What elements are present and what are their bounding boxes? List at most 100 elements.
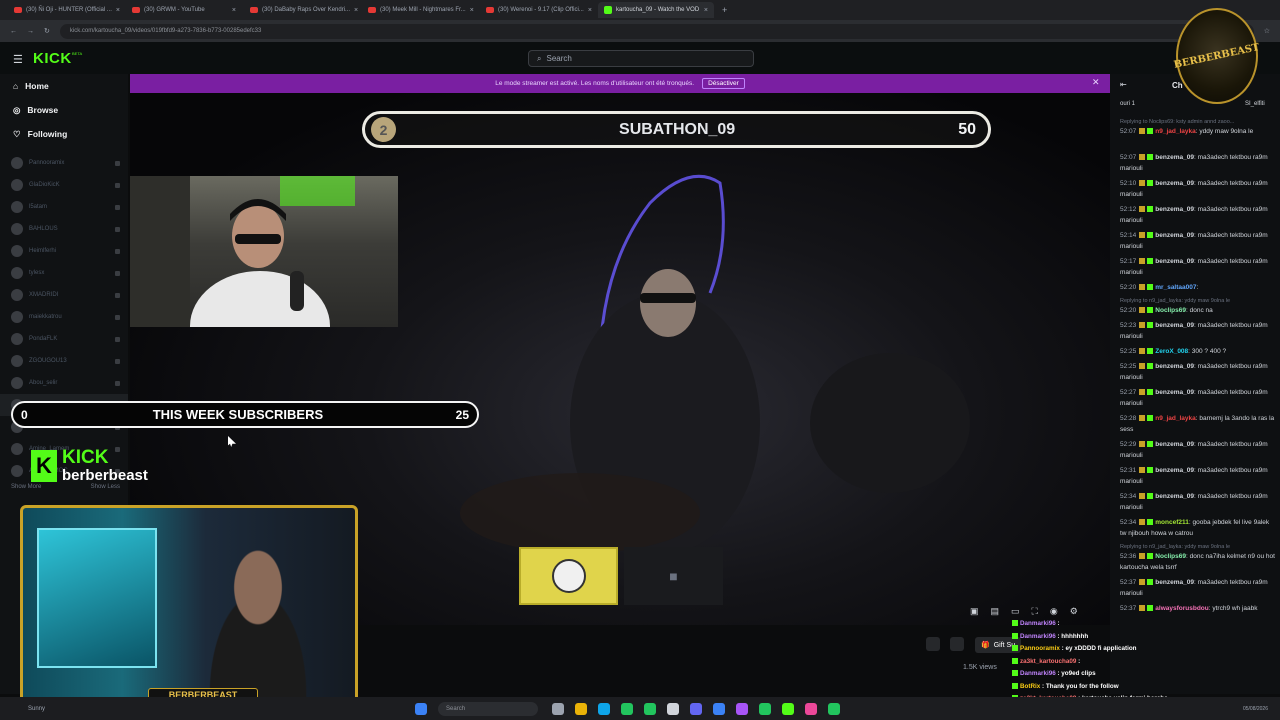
nav-following[interactable]: ♡ Following (0, 122, 128, 146)
chat-message[interactable]: 52:29 benzema_09: ma3adech tektbou ra9m m… (1120, 439, 1275, 461)
followed-channel[interactable]: ZGOUGOU13 (0, 350, 128, 372)
chat-username[interactable]: benzema_09 (1155, 206, 1194, 213)
taskview-icon[interactable] (552, 702, 565, 715)
followed-channel[interactable]: maiekkatrou (0, 306, 128, 328)
close-icon[interactable]: × (704, 7, 708, 14)
show-less-link[interactable]: Show Less (91, 484, 120, 490)
chat-username[interactable]: n9_jad_layka (1155, 415, 1195, 422)
edge-icon[interactable] (598, 702, 611, 715)
browser-tab[interactable]: (30) Werenoi - 9.17 (Clip Offici... × (480, 2, 596, 18)
chat-message[interactable]: 52:07 benzema_09: ma3adech tektbou ra9m m… (1120, 152, 1275, 174)
chrome-icon[interactable] (828, 702, 841, 715)
chat-username[interactable]: Noclips69 (1155, 553, 1186, 560)
chat-message[interactable]: 52:25 benzema_09: ma3adech tektbou ra9m m… (1120, 361, 1275, 383)
followed-channel[interactable]: GlaDioKicK (0, 174, 128, 196)
settings-icon[interactable]: ⚙ (1070, 606, 1078, 617)
followed-channel[interactable]: BAHLOUS (0, 218, 128, 240)
chat-username[interactable]: benzema_09 (1155, 232, 1194, 239)
clip-icon[interactable]: ▤ (991, 606, 1000, 617)
close-icon[interactable]: × (354, 7, 358, 14)
fullscreen-icon[interactable]: ⛶ (1032, 606, 1038, 617)
star-icon[interactable]: ☆ (1264, 27, 1270, 35)
browser-tab[interactable]: (30) Ñi Oji - HUNTER (Official ... × (8, 2, 124, 18)
chat-username[interactable]: ZeroX_008 (1155, 348, 1188, 355)
chat-username[interactable]: alwaysforusbdou (1155, 605, 1208, 612)
chrome-icon[interactable] (759, 702, 772, 715)
browser-tab-active[interactable]: kartoucha_09 - Watch the VOD × (598, 2, 714, 18)
chat-username[interactable]: benzema_09 (1155, 322, 1194, 329)
chat-username[interactable]: benzema_09 (1155, 389, 1194, 396)
chat-message[interactable]: 52:25 ZeroX_008: 300 ? 400 ? (1120, 346, 1275, 357)
chat-username[interactable]: benzema_09 (1155, 493, 1194, 500)
bell-icon[interactable] (926, 637, 940, 651)
close-icon[interactable]: × (232, 7, 236, 14)
chat-message[interactable]: Replying to n9_jad_layka: yddy maw 9olna… (1120, 297, 1275, 316)
followed-channel[interactable]: l5atam (0, 196, 128, 218)
chrome-icon[interactable] (621, 702, 634, 715)
disable-streamer-mode-button[interactable]: Désactiver (702, 78, 745, 89)
chat-message[interactable]: 52:23 benzema_09: ma3adech tektbou ra9m m… (1120, 320, 1275, 342)
windows-start-icon[interactable] (415, 702, 428, 715)
weather-widget[interactable]: Sunny (28, 706, 45, 712)
chat-message[interactable]: 52:20 mr_saltaa007: (1120, 282, 1275, 293)
nav-browse[interactable]: ◎ Browse (0, 98, 128, 122)
back-icon[interactable]: ← (10, 28, 17, 35)
chat-username[interactable]: benzema_09 (1155, 258, 1194, 265)
folder-icon[interactable] (575, 702, 588, 715)
app-icon[interactable] (690, 702, 703, 715)
mail-icon[interactable] (713, 702, 726, 715)
collapse-chat-icon[interactable]: ⇤ (1120, 80, 1127, 89)
chat-message[interactable]: 52:17 benzema_09: ma3adech tektbou ra9m m… (1120, 256, 1275, 278)
obs-icon[interactable] (667, 702, 680, 715)
nav-home[interactable]: ⌂ Home (0, 74, 128, 98)
followed-channel[interactable]: tylesx (0, 262, 128, 284)
followed-channel[interactable]: PondaFLK (0, 328, 128, 350)
chat-username[interactable]: moncef211 (1155, 519, 1189, 526)
chat-message[interactable]: 52:14 benzema_09: ma3adech tektbou ra9m m… (1120, 230, 1275, 252)
chat-message[interactable]: 52:37 benzema_09: ma3adech tektbou ra9m m… (1120, 577, 1275, 599)
chat-message[interactable]: 52:12 benzema_09: ma3adech tektbou ra9m m… (1120, 204, 1275, 226)
chat-message[interactable]: Replying to n9_jad_layka: yddy maw 9olna… (1120, 543, 1275, 573)
chat-username[interactable]: benzema_09 (1155, 180, 1194, 187)
kick-logo[interactable]: KICK (33, 50, 72, 67)
search-input[interactable]: ⌕ Search (528, 50, 754, 67)
new-tab-icon[interactable]: + (722, 5, 727, 15)
chrome-icon[interactable] (644, 702, 657, 715)
pip-icon[interactable]: ▣ (970, 606, 979, 617)
chat-message[interactable]: 52:27 benzema_09: ma3adech tektbou ra9m m… (1120, 387, 1275, 409)
close-icon[interactable]: × (588, 7, 592, 14)
browser-tab[interactable]: (30) GRWM - YouTube × (126, 2, 242, 18)
browser-tab[interactable]: (30) DaBaby Raps Over Kendri... × (244, 2, 360, 18)
kick-icon[interactable] (782, 702, 795, 715)
chat-username[interactable]: n9_jad_layka (1155, 128, 1195, 135)
close-icon[interactable]: × (470, 7, 474, 14)
taskbar-search[interactable]: Search (438, 701, 539, 716)
app-icon[interactable] (736, 702, 749, 715)
chat-username[interactable]: benzema_09 (1155, 441, 1194, 448)
chat-message[interactable]: 52:28 n9_jad_layka: barnemj la 3ando la r… (1120, 413, 1275, 435)
close-icon[interactable]: ✕ (1092, 77, 1100, 88)
url-field[interactable]: kick.com/kartoucha_09/videos/019fbfd9-a2… (59, 23, 1254, 39)
chat-message[interactable]: Replying to Noclips69: ksty admin annd z… (1120, 118, 1275, 137)
chat-username[interactable]: benzema_09 (1155, 579, 1194, 586)
close-icon[interactable]: × (116, 7, 120, 14)
show-more-link[interactable]: Show More (11, 484, 41, 490)
chat-message[interactable]: 52:31 benzema_09: ma3adech tektbou ra9m m… (1120, 465, 1275, 487)
chat-username[interactable]: benzema_09 (1155, 467, 1194, 474)
reload-icon[interactable]: ↻ (44, 27, 50, 35)
followed-channel[interactable]: Heimlferhi (0, 240, 128, 262)
browser-tab[interactable]: (30) Meek Mill - Nightmares Fr... × (362, 2, 478, 18)
chat-username[interactable]: mr_saltaa007 (1155, 284, 1196, 291)
chat-message[interactable]: 52:34 moncef211: gooba jebdek fel live 9a… (1120, 517, 1275, 539)
chat-username[interactable]: Noclips69 (1155, 307, 1186, 314)
followed-channel[interactable]: Pannooramix (0, 152, 128, 174)
scene-thumbnail[interactable]: ■ (624, 547, 723, 605)
followed-channel[interactable]: Abou_selir (0, 372, 128, 394)
volume-icon[interactable]: ◉ (1050, 606, 1058, 617)
heart-icon[interactable] (950, 637, 964, 651)
chat-username[interactable]: benzema_09 (1155, 363, 1194, 370)
chat-message[interactable]: 52:10 benzema_09: ma3adech tektbou ra9m m… (1120, 178, 1275, 200)
chat-message[interactable]: 52:34 benzema_09: ma3adech tektbou ra9m m… (1120, 491, 1275, 513)
forward-icon[interactable]: → (27, 28, 34, 35)
menu-icon[interactable]: ☰ (13, 53, 23, 66)
